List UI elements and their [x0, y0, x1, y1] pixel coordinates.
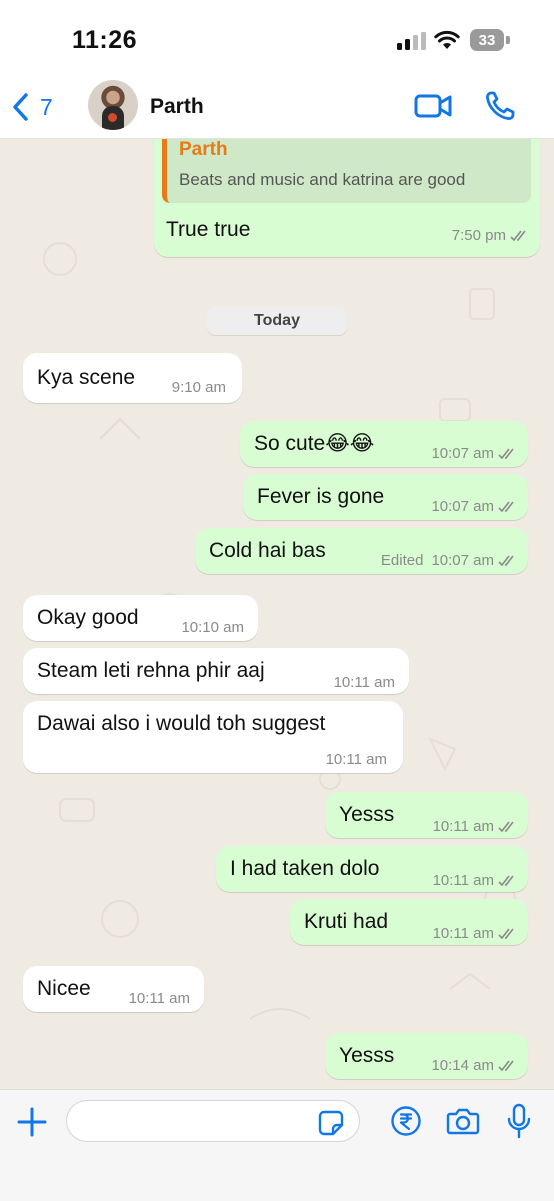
battery-level: 33	[470, 29, 504, 51]
message-time: 7:50 pm	[451, 227, 506, 244]
message-bubble[interactable]: So cute😂😂 10:07 am	[240, 421, 528, 467]
message-meta: 10:11 am	[326, 747, 387, 773]
message-text: I had taken dolo	[230, 857, 380, 880]
message-time: 10:14 am	[431, 1057, 494, 1074]
message-meta: 10:14 am	[431, 1053, 518, 1079]
message-meta: 10:11 am	[433, 868, 518, 894]
quoted-message[interactable]: Parth Beats and music and katrina are go…	[162, 139, 531, 203]
wifi-icon	[434, 30, 460, 49]
double-check-icon	[498, 448, 514, 460]
message-meta: Edited 10:07 am	[381, 548, 518, 574]
message-time: 9:10 am	[171, 379, 226, 396]
contact-avatar[interactable]	[88, 80, 138, 130]
double-check-icon	[498, 555, 514, 567]
message-bubble[interactable]: Kya scene 9:10 am	[23, 353, 242, 403]
message-meta: 10:11 am	[129, 986, 190, 1012]
unread-chats-count: 7	[40, 93, 53, 120]
back-button[interactable]: 7	[10, 92, 53, 122]
message-time: 10:07 am	[431, 498, 494, 515]
message-text: True true	[166, 218, 251, 241]
status-bar: 11:26 33	[0, 0, 554, 78]
rupee-icon[interactable]	[390, 1105, 422, 1137]
double-check-icon	[498, 928, 514, 940]
camera-icon[interactable]	[446, 1106, 480, 1136]
message-text: So cute😂😂	[254, 432, 375, 455]
avatar-detail	[108, 113, 117, 122]
quoted-author: Parth	[179, 139, 228, 160]
message-bubble[interactable]: Yesss 10:14 am	[325, 1033, 528, 1079]
message-text: Kya scene	[37, 366, 136, 389]
message-bubble[interactable]: Yesss 10:11 am	[325, 792, 528, 838]
message-time: 10:11 am	[333, 674, 395, 691]
double-check-icon	[510, 230, 526, 242]
message-time: 10:11 am	[432, 818, 494, 835]
message-text: Cold hai bas	[209, 539, 326, 562]
message-time: 10:10 am	[181, 619, 244, 636]
sticker-icon[interactable]	[318, 1110, 344, 1136]
chat-header: 7 Parth	[0, 78, 554, 139]
double-check-icon	[498, 875, 514, 887]
message-input[interactable]	[66, 1100, 360, 1142]
message-bubble[interactable]: I had taken dolo 10:11 am	[216, 846, 528, 892]
status-time: 11:26	[72, 26, 138, 54]
message-bubble[interactable]: Steam leti rehna phir aaj 10:11 am	[23, 648, 409, 694]
message-text: Kruti had	[304, 910, 389, 933]
message-time: 10:11 am	[325, 751, 387, 768]
message-time: 10:07 am	[431, 445, 494, 462]
message-meta: 10:11 am	[433, 814, 518, 840]
message-composer	[0, 1089, 554, 1201]
message-meta: 10:07 am	[431, 441, 518, 467]
phone-icon[interactable]	[484, 90, 516, 122]
message-text: Yesss	[339, 803, 395, 826]
message-meta: 10:11 am	[433, 921, 518, 947]
message-text: Dawai also i would toh suggest	[37, 712, 326, 735]
message-meta: 9:10 am	[172, 375, 226, 401]
message-text: Nicee	[37, 977, 91, 1000]
double-check-icon	[498, 821, 514, 833]
message-text: Okay good	[37, 606, 139, 629]
chevron-left-icon	[13, 93, 28, 121]
plus-icon[interactable]	[16, 1106, 48, 1138]
message-meta: 7:50 pm	[452, 223, 530, 249]
battery-indicator: 33	[470, 29, 512, 51]
message-text: Fever is gone	[257, 485, 385, 508]
message-time: 10:11 am	[432, 872, 494, 889]
double-check-icon	[498, 501, 514, 513]
message-bubble-reply[interactable]: Parth Beats and music and katrina are go…	[154, 139, 540, 257]
message-time: 10:11 am	[128, 990, 190, 1007]
message-meta: 10:07 am	[431, 494, 518, 520]
microphone-icon[interactable]	[506, 1103, 532, 1139]
edited-label: Edited	[380, 552, 424, 569]
message-time: 10:11 am	[432, 925, 494, 942]
message-text: Steam leti rehna phir aaj	[37, 659, 265, 682]
cellular-signal-icon	[397, 32, 426, 50]
day-separator: Today	[207, 307, 347, 335]
double-check-icon	[498, 1060, 514, 1072]
quoted-text: Beats and music and katrina are good	[179, 170, 466, 189]
contact-name[interactable]: Parth	[150, 95, 204, 119]
message-bubble[interactable]: Cold hai bas Edited 10:07 am	[195, 528, 528, 574]
message-time: 10:07 am	[431, 552, 494, 569]
video-call-icon[interactable]	[414, 92, 452, 120]
message-list[interactable]: Parth Beats and music and katrina are go…	[0, 139, 554, 1089]
message-bubble[interactable]: Dawai also i would toh suggest 10:11 am	[23, 701, 403, 773]
battery-nub	[506, 36, 510, 44]
message-bubble[interactable]: Okay good 10:10 am	[23, 595, 258, 641]
message-text: Yesss	[339, 1044, 395, 1067]
message-meta: 10:11 am	[334, 670, 395, 696]
message-bubble[interactable]: Nicee 10:11 am	[23, 966, 204, 1012]
message-bubble[interactable]: Fever is gone 10:07 am	[243, 474, 528, 520]
message-meta: 10:10 am	[181, 615, 244, 641]
message-bubble[interactable]: Kruti had 10:11 am	[290, 899, 528, 945]
